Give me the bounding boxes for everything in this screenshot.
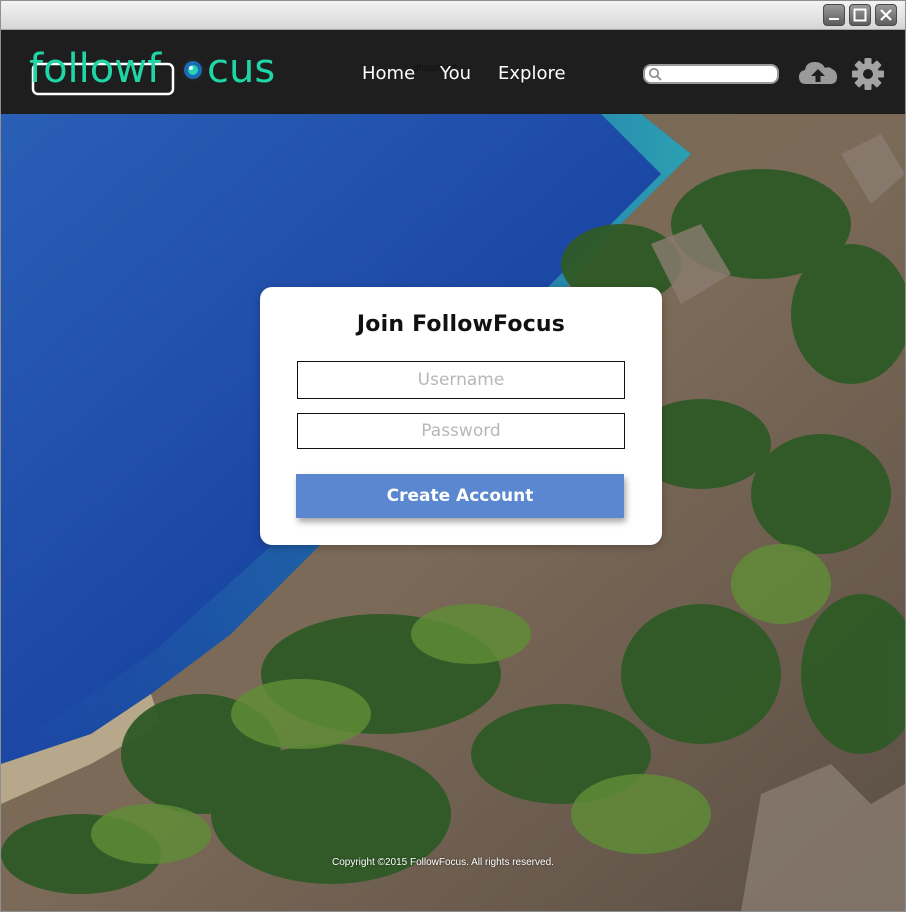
app-window: followf cus dfasdfasd Home You Explore J… xyxy=(0,0,906,912)
create-account-button[interactable]: Create Account xyxy=(296,474,624,518)
password-field[interactable] xyxy=(297,413,625,449)
signup-title: Join FollowFocus xyxy=(356,312,566,337)
cloud-upload-icon[interactable] xyxy=(798,58,838,88)
nav-you-link[interactable]: You xyxy=(440,63,471,84)
copyright-text: Copyright ©2015 FollowFocus. All rights … xyxy=(332,857,554,868)
signup-card: Join FollowFocus Create Account xyxy=(260,287,662,545)
logo-text-second: cus xyxy=(207,46,275,92)
search-input[interactable] xyxy=(665,66,775,82)
followfocus-logo[interactable]: followf cus xyxy=(29,44,285,100)
minimize-icon xyxy=(829,18,839,20)
gear-icon[interactable] xyxy=(851,57,885,91)
title-bar xyxy=(1,1,905,30)
logo-text-first: followf xyxy=(29,46,162,92)
close-button[interactable] xyxy=(875,4,897,26)
maximize-button[interactable] xyxy=(849,4,871,26)
minimize-button[interactable] xyxy=(823,4,845,26)
close-icon xyxy=(880,9,892,21)
search-box xyxy=(643,64,779,84)
nav-home-link[interactable]: Home xyxy=(362,63,415,84)
nav-explore-link[interactable]: Explore xyxy=(498,63,566,84)
camera-lens-icon xyxy=(181,58,205,82)
username-field[interactable] xyxy=(297,361,625,399)
maximize-icon xyxy=(853,8,867,22)
search-icon xyxy=(649,68,662,81)
top-nav-bar: followf cus dfasdfasd Home You Explore xyxy=(1,30,905,114)
